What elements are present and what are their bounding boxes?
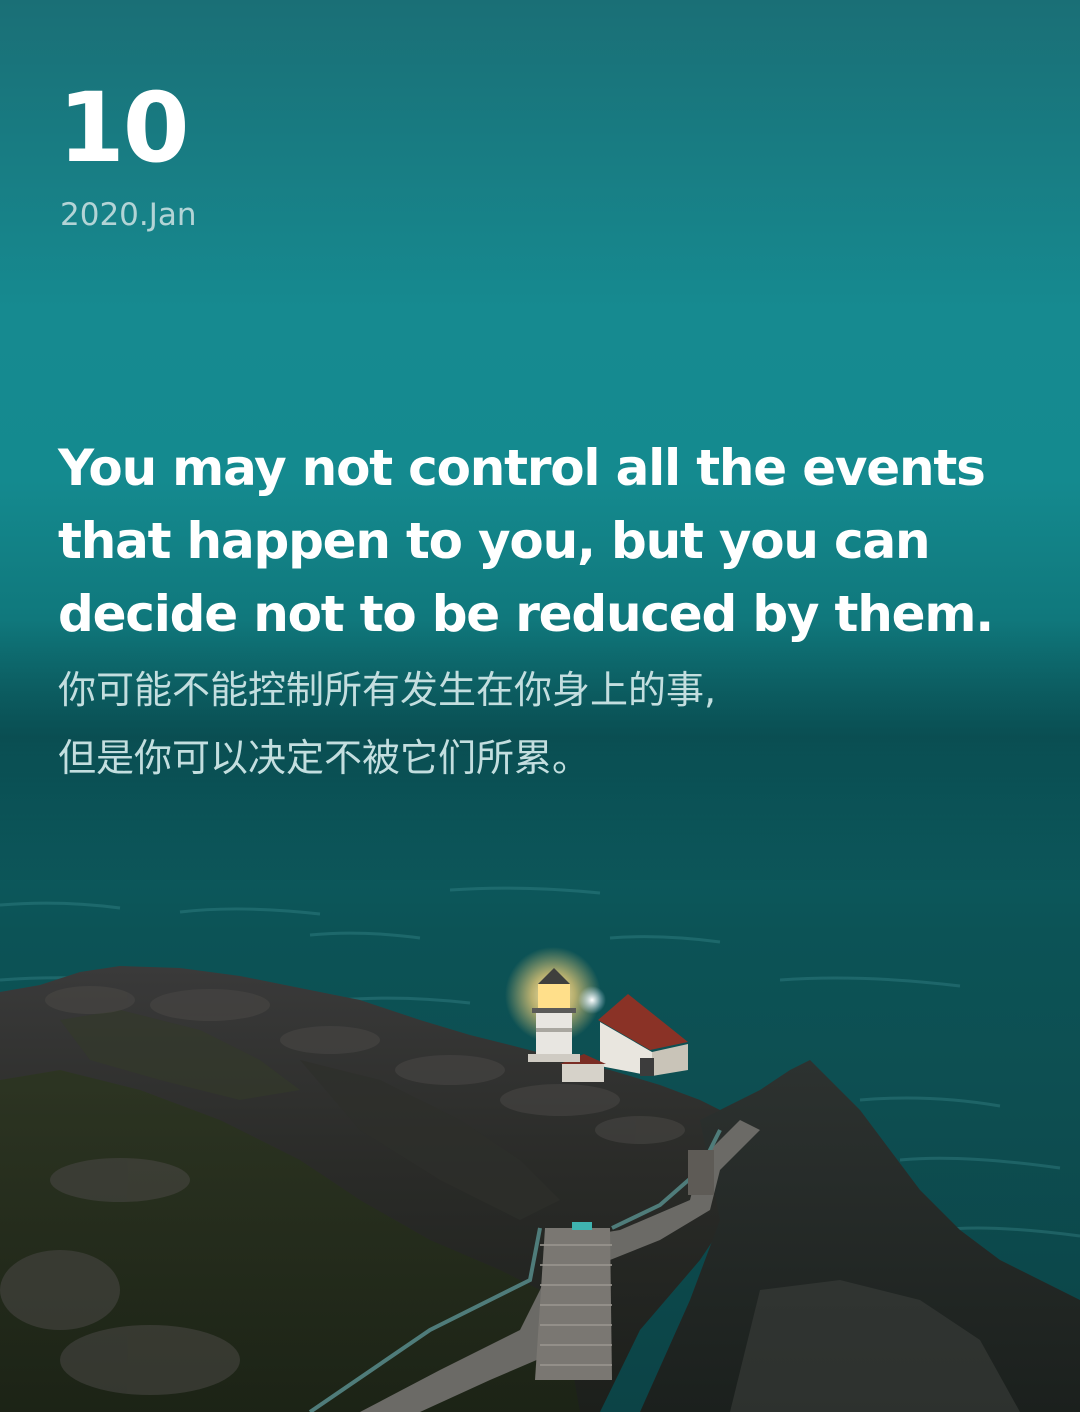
lower-shed [562,1064,604,1082]
quote-chinese-line: 你可能不能控制所有发生在你身上的事, [58,668,717,712]
quote-chinese: 你可能不能控制所有发生在你身上的事, 但是你可以决定不被它们所累。 [58,656,1038,792]
keeper-house [598,994,688,1076]
date-month-year: 2020.Jan [60,197,197,233]
quote-english: You may not control all the events that … [58,439,994,643]
date-day: 10 [58,72,190,184]
quote-chinese-line: 但是你可以决定不被它们所累。 [58,736,591,780]
daily-quote-card: 10 2020.Jan You may not control all the … [0,0,1080,1412]
lighthouse [505,947,606,1062]
